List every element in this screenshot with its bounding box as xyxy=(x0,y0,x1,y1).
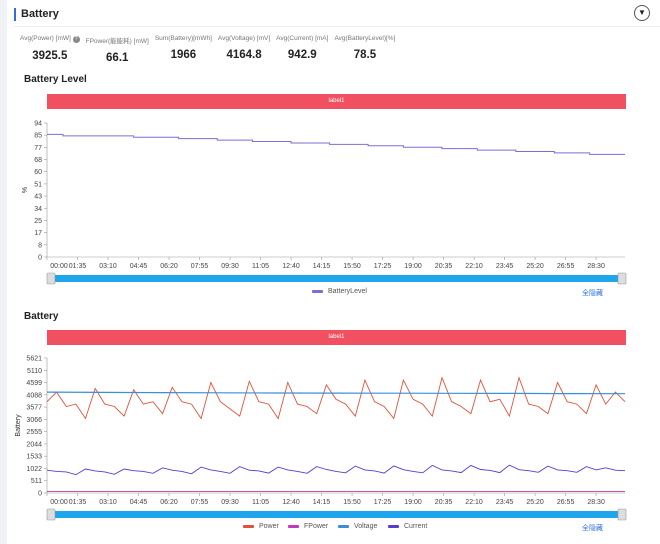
x-tick-label: 25:20 xyxy=(526,263,544,270)
y-tick-label: 1533 xyxy=(26,454,42,461)
legend-power[interactable]: Power xyxy=(243,523,279,530)
x-tick-label: 22:10 xyxy=(465,263,483,270)
x-tick-label: 20:35 xyxy=(435,499,453,506)
hide-all-link[interactable]: 全隐藏 xyxy=(582,523,603,533)
legend-batterylevel[interactable]: BatteryLevel xyxy=(312,288,367,295)
zoom-slider-handle-right[interactable] xyxy=(617,508,627,521)
x-tick-label: 11:05 xyxy=(252,499,269,506)
y-tick-label: 3066 xyxy=(26,417,42,424)
zoom-slider-handle-left[interactable] xyxy=(46,272,56,285)
y-tick-label: 0 xyxy=(38,255,42,262)
x-tick-label: 06:20 xyxy=(160,499,178,506)
series-line-power xyxy=(46,376,626,420)
y-tick-label: 511 xyxy=(31,478,42,485)
x-tick-label: 20:35 xyxy=(435,263,453,270)
legend-label: Power xyxy=(259,523,279,530)
x-tick-label: 09:30 xyxy=(221,499,239,506)
legend-swatch xyxy=(338,525,349,528)
x-tick-label: 19:00 xyxy=(404,263,422,270)
x-tick-label: 09:30 xyxy=(221,263,239,270)
y-tick-label: 1022 xyxy=(26,466,42,473)
x-tick-label: 12:40 xyxy=(282,499,300,506)
hide-all-link[interactable]: 全隐藏 xyxy=(582,288,603,298)
legend-label: FPower xyxy=(304,523,329,530)
y-tick-label: 8 xyxy=(38,242,42,249)
y-tick-label: 2555 xyxy=(26,429,42,436)
x-tick-label: 26:55 xyxy=(557,263,575,270)
zoom-slider-handle-right[interactable] xyxy=(617,272,627,285)
y-tick-label: 17 xyxy=(34,230,42,237)
series-line-voltage xyxy=(46,391,626,395)
charts-svg: 081725344351606877859400:00 01:35 03:10 04:… xyxy=(15,121,627,521)
zoom-slider-handle-left[interactable] xyxy=(46,508,56,521)
x-tick-label: 06:20 xyxy=(160,263,178,270)
x-tick-label: 19:00 xyxy=(404,499,422,506)
legend-swatch xyxy=(243,525,254,528)
y-tick-label: 0 xyxy=(38,491,42,498)
y-tick-label: 4599 xyxy=(26,380,42,387)
x-tick-label: 17:25 xyxy=(374,263,392,270)
y-tick-label: 77 xyxy=(34,145,42,152)
legend-current[interactable]: Current xyxy=(388,523,427,530)
x-tick-label: 26:55 xyxy=(557,499,575,506)
y-tick-label: 43 xyxy=(34,194,42,201)
legend-voltage[interactable]: Voltage xyxy=(338,523,377,530)
x-tick-label: 11:05 xyxy=(252,263,269,270)
x-tick-label: 00:00 xyxy=(50,263,68,270)
y-tick-label: 5621 xyxy=(26,356,42,363)
y-axis-label: % xyxy=(22,187,29,193)
x-tick-label: 07:55 xyxy=(191,263,209,270)
y-tick-label: 60 xyxy=(34,169,42,176)
x-tick-label: 03:10 xyxy=(99,499,117,506)
legend-label: Voltage xyxy=(354,523,378,530)
x-tick-label: 25:20 xyxy=(526,499,544,506)
legend-label: Current xyxy=(404,523,428,530)
y-tick-label: 85 xyxy=(34,133,42,140)
x-tick-label: 23:45 xyxy=(496,263,514,270)
series-line-batterylevel xyxy=(47,133,625,155)
zoom-slider-track[interactable] xyxy=(53,275,619,282)
y-axis-label: Battery xyxy=(15,414,22,437)
x-tick-label: 01:35 xyxy=(69,263,87,270)
x-tick-label: 14:15 xyxy=(313,263,331,270)
y-tick-label: 68 xyxy=(34,157,42,164)
legend-swatch xyxy=(288,525,299,528)
x-tick-label: 23:45 xyxy=(496,499,514,506)
x-tick-label: 01:35 xyxy=(69,499,87,506)
y-tick-label: 2044 xyxy=(26,441,42,448)
x-tick-label: 03:10 xyxy=(99,263,117,270)
y-tick-label: 94 xyxy=(34,121,42,128)
y-tick-label: 25 xyxy=(34,218,42,225)
legend-label: BatteryLevel xyxy=(328,288,367,295)
y-tick-label: 5110 xyxy=(27,368,42,375)
y-tick-label: 3577 xyxy=(26,405,42,412)
x-tick-label: 28:30 xyxy=(587,263,605,270)
x-tick-label: 22:10 xyxy=(465,499,483,506)
x-tick-label: 14:15 xyxy=(313,499,331,506)
legend-swatch xyxy=(388,525,399,528)
x-tick-label: 00:00 xyxy=(50,499,68,506)
x-tick-label: 28:30 xyxy=(587,499,605,506)
x-tick-label: 17:25 xyxy=(374,499,392,506)
zoom-slider-track[interactable] xyxy=(53,511,619,518)
x-tick-label: 12:40 xyxy=(282,263,300,270)
x-tick-label: 07:55 xyxy=(191,499,209,506)
x-tick-label: 15:50 xyxy=(343,263,361,270)
legend-fpower[interactable]: FPower xyxy=(288,523,328,530)
x-tick-label: 15:50 xyxy=(343,499,361,506)
x-tick-label: 04:45 xyxy=(130,499,148,506)
series-line-current xyxy=(46,464,626,476)
x-tick-label: 04:45 xyxy=(130,263,148,270)
y-tick-label: 4088 xyxy=(26,392,42,399)
y-tick-label: 51 xyxy=(34,181,42,188)
y-tick-label: 34 xyxy=(34,206,42,213)
legend-swatch xyxy=(312,290,323,293)
